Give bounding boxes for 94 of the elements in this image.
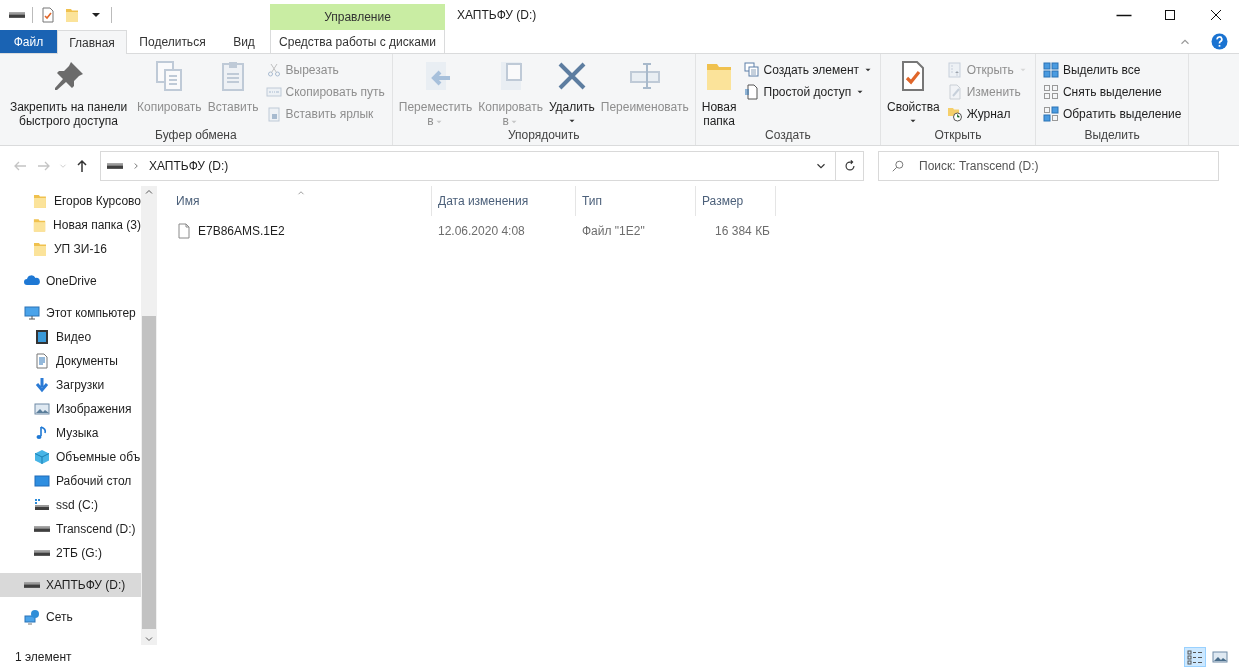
new-item-icon: [743, 62, 760, 78]
nav-item[interactable]: Изображения: [0, 397, 141, 421]
nav-item[interactable]: Егоров Курсово: [0, 189, 141, 213]
ribbon-button[interactable]: Новая папка: [699, 54, 739, 128]
drive-icon: [34, 497, 50, 513]
nav-item[interactable]: ssd (C:): [0, 493, 141, 517]
status-text: 1 элемент: [15, 649, 72, 666]
ribbon-button[interactable]: Журнал: [943, 103, 1031, 125]
ribbon-button[interactable]: Удалить: [546, 54, 597, 126]
table-cell-text: Файл "1E2": [581, 223, 646, 240]
nav-item[interactable]: Видео: [0, 325, 141, 349]
checklist-icon: [40, 7, 56, 23]
table-cell-text: 16 384 КБ: [714, 223, 771, 240]
ribbon-button[interactable]: Снять выделение: [1039, 81, 1185, 103]
group-label: Создать: [764, 128, 812, 144]
grid-icon: [1042, 106, 1059, 122]
folder-icon: [64, 7, 80, 23]
large-icons-view-icon: [1212, 649, 1228, 665]
document-icon: [34, 353, 50, 369]
ribbon-tab[interactable]: Средства работы с дисками: [270, 30, 445, 53]
edit-icon: [946, 84, 963, 100]
nav-item[interactable]: OneDrive: [0, 269, 141, 293]
pin-icon: [52, 60, 85, 92]
cube-icon: [34, 449, 50, 465]
folder-icon: [32, 217, 48, 233]
ribbon-tab[interactable]: Вид: [218, 30, 270, 53]
column-header[interactable]: Тип: [576, 186, 696, 216]
search-field[interactable]: Поиск: Transcend (D:): [878, 151, 1219, 181]
drive-icon: [9, 12, 25, 18]
ribbon-tab[interactable]: Файл: [0, 30, 57, 53]
monitor-icon: [24, 305, 40, 321]
film-icon: [34, 329, 50, 345]
picture-icon: [34, 401, 50, 417]
ribbon-button[interactable]: Свойства: [885, 54, 942, 126]
file-name[interactable]: E7B86AMS.1E2: [198, 222, 285, 240]
table-cell-text: 12.06.2020 4:08: [437, 223, 526, 240]
help-icon: [1210, 33, 1228, 50]
ribbon-button[interactable]: Выделить все: [1039, 59, 1185, 81]
ribbon-tab[interactable]: Главная: [57, 30, 127, 54]
nav-item[interactable]: Объемные объ: [0, 445, 141, 469]
nav-item[interactable]: ХАПТЬФУ (D:): [0, 573, 141, 597]
grid-icon: [1042, 84, 1059, 100]
column-header[interactable]: Имя: [170, 186, 432, 216]
grid-icon: [1042, 62, 1059, 78]
column-header[interactable]: Дата изменения: [432, 186, 576, 216]
breadcrumb-item[interactable]: ХАПТЬФУ (D:): [149, 157, 229, 175]
nav-item[interactable]: Документы: [0, 349, 141, 373]
page-icon: [743, 84, 760, 100]
path-icon: [265, 84, 282, 100]
group-label: Выделить: [1083, 128, 1141, 144]
nav-item[interactable]: Новая папка (3): [0, 213, 141, 237]
drive-icon: [34, 550, 50, 556]
refresh-icon: [842, 159, 857, 173]
ribbon-button[interactable]: Обратить выделение: [1039, 103, 1185, 125]
window-title: ХАПТЬФУ (D:): [457, 7, 537, 24]
search-icon: [891, 159, 905, 173]
drive-icon: [107, 163, 123, 169]
minimize-icon: [1116, 13, 1132, 17]
nav-item[interactable]: Музыка: [0, 421, 141, 445]
scrollbar[interactable]: [141, 186, 157, 645]
group-label: Упорядочить: [507, 128, 581, 144]
ribbon-button[interactable]: Закрепить на панели быстрого доступа: [4, 54, 133, 128]
nav-item[interactable]: Transcend (D:): [0, 517, 141, 541]
desktop-icon: [34, 473, 50, 489]
context-tab-label: Управление: [270, 4, 445, 30]
drive-icon: [24, 582, 40, 588]
file-icon: [176, 223, 192, 239]
open-icon: [946, 62, 963, 78]
group-label: Буфер обмена: [154, 128, 238, 144]
close-icon: [1208, 7, 1224, 23]
network-icon: [24, 609, 40, 625]
folder-icon: [32, 193, 48, 209]
column-header[interactable]: Размер: [696, 186, 776, 216]
maximize-icon: [1162, 7, 1178, 23]
nav-item[interactable]: Сеть: [0, 605, 141, 629]
clipboard-icon: [265, 106, 282, 122]
nav-item[interactable]: Рабочий стол: [0, 469, 141, 493]
nav-item[interactable]: 2ТБ (G:): [0, 541, 141, 565]
history-icon: [946, 106, 963, 122]
folder-icon: [32, 241, 48, 257]
details-view-button[interactable]: [1184, 647, 1206, 667]
rename-icon: [628, 60, 661, 92]
nav-item[interactable]: УП ЗИ-16: [0, 237, 141, 261]
drive-icon: [34, 526, 50, 532]
scissors-icon: [265, 62, 282, 78]
ribbon-button[interactable]: Создать элемент: [740, 59, 877, 81]
down-arrow-icon: [34, 377, 50, 393]
ribbon-tab[interactable]: Поделиться: [127, 30, 218, 53]
details-view-icon: [1187, 649, 1203, 665]
nav-item[interactable]: Этот компьютер: [0, 301, 141, 325]
address-bar[interactable]: ХАПТЬФУ (D:): [100, 151, 864, 181]
group-label: Открыть: [933, 128, 983, 144]
nav-item[interactable]: Загрузки: [0, 373, 141, 397]
ribbon-button[interactable]: Простой доступ: [740, 81, 877, 103]
